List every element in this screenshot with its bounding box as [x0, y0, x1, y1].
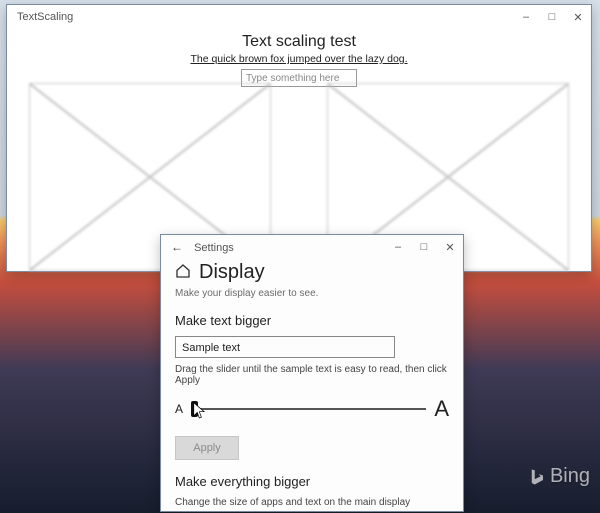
page-subtitle: Make your display easier to see.: [175, 288, 449, 299]
desktop-wallpaper: TextScaling – □ ✕ Text scaling test The …: [0, 0, 600, 513]
close-button[interactable]: ✕: [443, 241, 457, 254]
minimize-button[interactable]: –: [391, 241, 405, 254]
textscaling-window: TextScaling – □ ✕ Text scaling test The …: [6, 4, 592, 272]
bing-icon: [528, 468, 546, 486]
maximize-button[interactable]: □: [417, 241, 431, 254]
text-size-slider[interactable]: A A: [175, 396, 449, 422]
page-title: Display: [199, 261, 265, 284]
close-button[interactable]: ✕: [571, 11, 585, 24]
bing-watermark-text: Bing: [550, 465, 590, 488]
section-make-text-bigger-heading: Make text bigger: [175, 313, 449, 328]
textscaling-sample-sentence: The quick brown fox jumped over the lazy…: [7, 53, 591, 65]
apply-button[interactable]: Apply: [175, 436, 239, 460]
section-make-everything-bigger-heading: Make everything bigger: [175, 474, 449, 489]
slider-hint: Drag the slider until the sample text is…: [175, 364, 449, 386]
apply-button-label: Apply: [193, 442, 221, 454]
back-button[interactable]: ←: [171, 240, 183, 254]
settings-window: ← Settings – □ ✕ Display Make your displ…: [160, 234, 464, 512]
scale-hint: Change the size of apps and text on the …: [175, 497, 449, 508]
slider-label-big-a: A: [434, 396, 449, 422]
sample-text-input[interactable]: Sample text: [175, 336, 395, 358]
bing-watermark: Bing: [528, 465, 590, 488]
settings-app-label: Settings: [194, 242, 234, 254]
home-icon[interactable]: [175, 263, 191, 282]
slider-thumb[interactable]: [191, 401, 198, 417]
settings-titlebar[interactable]: ← Settings – □ ✕: [161, 235, 463, 259]
textscaling-titlebar[interactable]: TextScaling – □ ✕: [7, 5, 591, 29]
sample-text-value: Sample text: [182, 342, 240, 354]
textscaling-heading: Text scaling test: [7, 33, 591, 51]
slider-track[interactable]: [191, 408, 426, 410]
slider-label-small-a: A: [175, 402, 183, 416]
textscaling-title: TextScaling: [17, 11, 73, 23]
maximize-button[interactable]: □: [545, 11, 559, 24]
minimize-button[interactable]: –: [519, 11, 533, 24]
